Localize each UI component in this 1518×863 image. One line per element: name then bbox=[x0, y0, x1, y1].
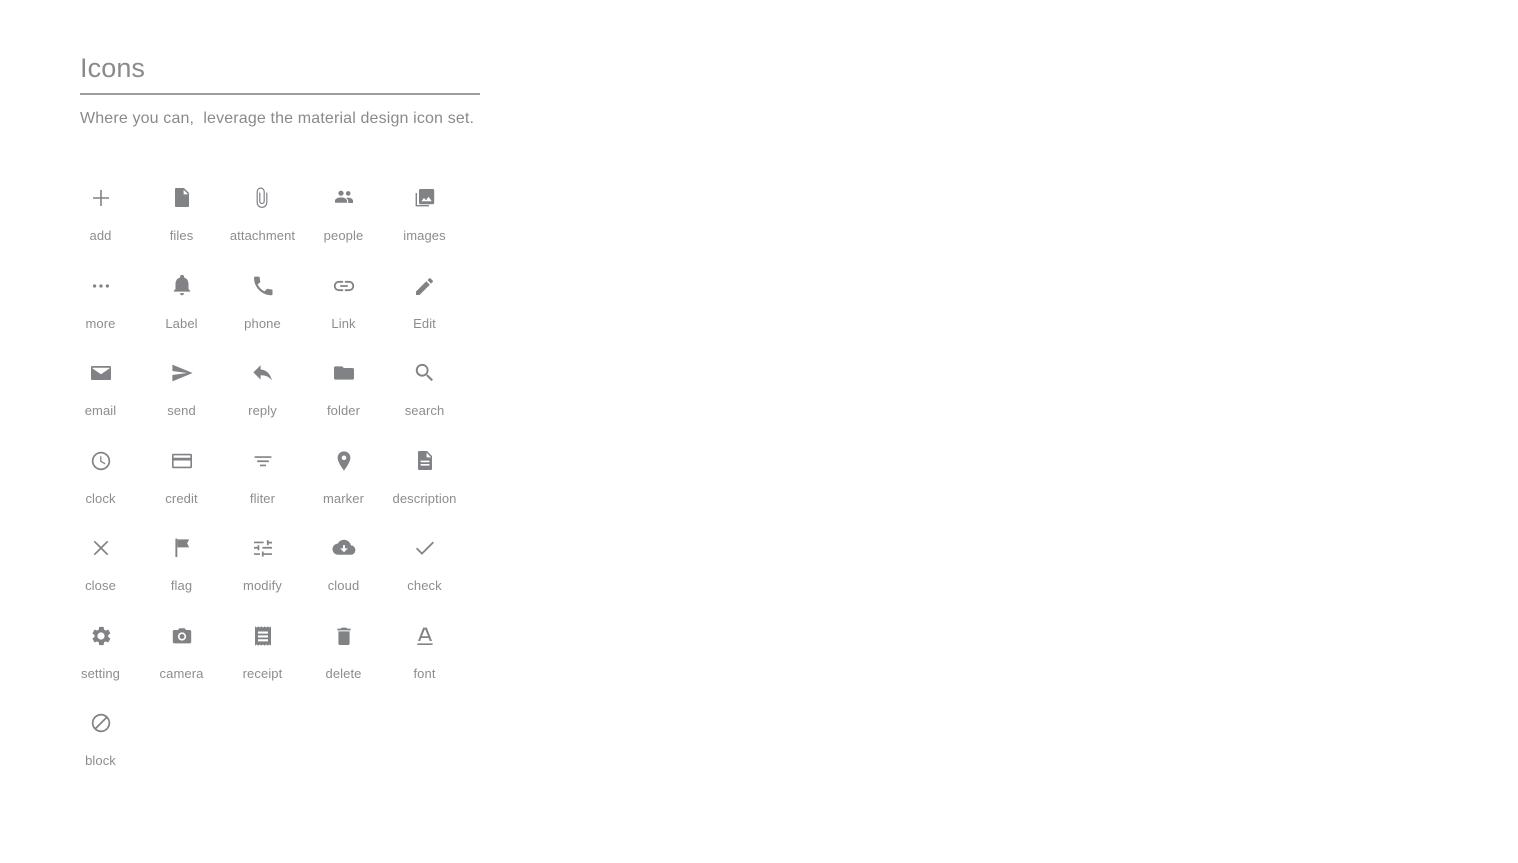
more-icon[interactable] bbox=[79, 264, 123, 308]
reply-icon[interactable] bbox=[241, 351, 285, 395]
icon-cell-images[interactable]: images bbox=[384, 170, 465, 258]
modify-tune-icon[interactable] bbox=[241, 526, 285, 570]
add-icon[interactable] bbox=[79, 176, 123, 220]
icon-label: delete bbox=[325, 665, 362, 681]
icon-label: setting bbox=[80, 665, 120, 681]
icon-label: files bbox=[169, 228, 194, 243]
icon-label: send bbox=[167, 403, 196, 418]
page-subtitle: Where you can, leverage the material des… bbox=[80, 110, 475, 127]
icon-label: email bbox=[84, 403, 117, 418]
icon-label: people bbox=[323, 228, 364, 243]
attachment-icon[interactable] bbox=[241, 176, 285, 220]
icon-label: description bbox=[392, 490, 457, 506]
icon-cell-marker[interactable]: marker bbox=[303, 433, 384, 521]
icon-label: modify bbox=[243, 578, 282, 593]
icon-label: close bbox=[85, 578, 116, 593]
page-title: Icons bbox=[80, 53, 146, 83]
send-icon[interactable] bbox=[160, 351, 204, 395]
icon-cell-setting[interactable]: setting bbox=[60, 608, 141, 696]
title-divider bbox=[80, 93, 480, 95]
edit-pencil-icon[interactable] bbox=[403, 264, 447, 308]
close-icon[interactable] bbox=[79, 526, 123, 570]
icon-label: check bbox=[407, 578, 442, 593]
icon-cell-files[interactable]: files bbox=[141, 170, 222, 258]
icon-cell-email[interactable]: email bbox=[60, 345, 141, 433]
icon-label: Link bbox=[331, 315, 356, 331]
icon-label: folder bbox=[326, 403, 361, 418]
link-icon[interactable] bbox=[322, 264, 366, 308]
icon-cell-credit[interactable]: credit bbox=[141, 433, 222, 521]
filter-icon[interactable] bbox=[241, 439, 285, 483]
folder-icon[interactable] bbox=[322, 351, 366, 395]
icon-label: fliter bbox=[249, 490, 276, 506]
flag-icon[interactable] bbox=[160, 526, 204, 570]
marker-pin-icon[interactable] bbox=[322, 439, 366, 483]
icon-label: Edit bbox=[413, 315, 436, 331]
icon-label: reply bbox=[248, 403, 277, 418]
clock-icon[interactable] bbox=[79, 439, 123, 483]
icon-cell-flag[interactable]: flag bbox=[141, 520, 222, 608]
icon-cell-link[interactable]: Link bbox=[303, 258, 384, 346]
icon-label: clock bbox=[85, 490, 116, 506]
icon-cell-attachment[interactable]: attachment bbox=[222, 170, 303, 258]
icon-cell-send[interactable]: send bbox=[141, 345, 222, 433]
icon-cell-receipt[interactable]: receipt bbox=[222, 608, 303, 696]
icon-label: more bbox=[85, 315, 116, 331]
page-root: Icons Where you can, leverage the materi… bbox=[0, 0, 1518, 863]
search-icon[interactable] bbox=[403, 351, 447, 395]
icon-cell-camera[interactable]: camera bbox=[141, 608, 222, 696]
icon-label: credit bbox=[165, 490, 198, 506]
images-icon[interactable] bbox=[403, 176, 447, 220]
icon-cell-people[interactable]: people bbox=[303, 170, 384, 258]
files-icon[interactable] bbox=[160, 176, 204, 220]
icon-cell-phone[interactable]: phone bbox=[222, 258, 303, 346]
icon-label: block bbox=[85, 753, 116, 768]
icon-cell-clock[interactable]: clock bbox=[60, 433, 141, 521]
camera-icon[interactable] bbox=[160, 614, 204, 658]
icon-label: images bbox=[403, 228, 446, 243]
icon-label: search bbox=[404, 403, 445, 418]
icon-cell-delete[interactable]: delete bbox=[303, 608, 384, 696]
icon-cell-close[interactable]: close bbox=[60, 520, 141, 608]
delete-trash-icon[interactable] bbox=[322, 614, 366, 658]
icon-cell-cloud[interactable]: cloud bbox=[303, 520, 384, 608]
label-bell-icon[interactable] bbox=[160, 264, 204, 308]
icon-cell-font[interactable]: font bbox=[384, 608, 465, 696]
setting-gear-icon[interactable] bbox=[79, 614, 123, 658]
icon-cell-modify[interactable]: modify bbox=[222, 520, 303, 608]
icon-gallery-grid: add files attachment people images more Label p… bbox=[60, 170, 490, 783]
icon-cell-folder[interactable]: folder bbox=[303, 345, 384, 433]
icon-label: flag bbox=[170, 578, 193, 593]
icon-cell-label[interactable]: Label bbox=[141, 258, 222, 346]
icon-cell-block[interactable]: block bbox=[60, 695, 141, 783]
icon-cell-edit[interactable]: Edit bbox=[384, 258, 465, 346]
icon-label: marker bbox=[322, 490, 365, 506]
icon-cell-fliter[interactable]: fliter bbox=[222, 433, 303, 521]
credit-card-icon[interactable] bbox=[160, 439, 204, 483]
email-icon[interactable] bbox=[79, 351, 123, 395]
icon-cell-check[interactable]: check bbox=[384, 520, 465, 608]
phone-icon[interactable] bbox=[241, 264, 285, 308]
block-icon[interactable] bbox=[79, 701, 123, 745]
icon-label: font bbox=[413, 665, 436, 681]
check-icon[interactable] bbox=[403, 526, 447, 570]
icon-label: add bbox=[89, 228, 112, 243]
icon-label: receipt bbox=[242, 665, 283, 681]
people-icon[interactable] bbox=[322, 176, 366, 220]
page-header: Icons bbox=[80, 52, 480, 95]
icon-label: camera bbox=[159, 665, 204, 681]
icon-label: attachment bbox=[229, 228, 296, 243]
cloud-download-icon[interactable] bbox=[322, 526, 366, 570]
icon-cell-description[interactable]: description bbox=[384, 433, 465, 521]
icon-label: phone bbox=[244, 315, 281, 331]
icon-cell-more[interactable]: more bbox=[60, 258, 141, 346]
icon-cell-search[interactable]: search bbox=[384, 345, 465, 433]
description-icon[interactable] bbox=[403, 439, 447, 483]
icon-cell-add[interactable]: add bbox=[60, 170, 141, 258]
receipt-icon[interactable] bbox=[241, 614, 285, 658]
icon-label: Label bbox=[165, 315, 198, 331]
icon-label: cloud bbox=[327, 578, 360, 593]
icon-cell-reply[interactable]: reply bbox=[222, 345, 303, 433]
font-format-icon[interactable] bbox=[403, 614, 447, 658]
